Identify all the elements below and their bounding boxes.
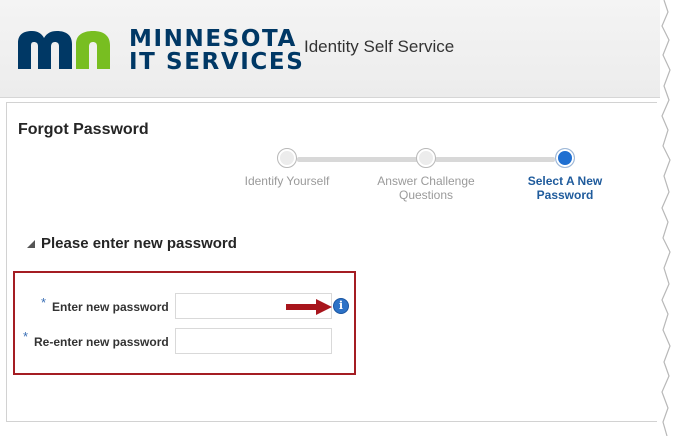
required-marker: * (41, 295, 47, 310)
reenter-password-label: Re-enter new password (34, 335, 169, 349)
new-password-label: Enter new password (52, 300, 169, 314)
train-step-challenge[interactable] (416, 148, 436, 168)
reenter-password-input[interactable] (175, 328, 332, 354)
required-marker: * (23, 329, 29, 344)
train-connector-2 (435, 157, 555, 162)
app-title: Identity Self Service (304, 37, 455, 56)
train-label-new-password: Select A New Password (527, 174, 603, 202)
brand-name-line2: IT SERVICES (129, 49, 305, 75)
section-title: Please enter new password (41, 235, 237, 252)
brand-name-line1: MINNESOTA (129, 26, 297, 52)
page-title: Forgot Password (18, 121, 149, 138)
torn-edge-decoration (661, 0, 678, 436)
train-connector-1 (297, 157, 426, 162)
expand-triangle-icon[interactable] (26, 239, 36, 249)
train-step-new-password (555, 148, 575, 168)
red-arrow-icon (286, 299, 332, 315)
train-step-identify[interactable] (277, 148, 297, 168)
info-icon[interactable]: i (333, 298, 349, 314)
mn-logo-icon (18, 31, 110, 69)
highlight-box (13, 271, 356, 375)
train-label-challenge[interactable]: Answer Challenge Questions (367, 174, 485, 202)
content-panel: Forgot Password Identify Yourself Answer… (6, 102, 657, 422)
app-header: MINNESOTA IT SERVICES Identity Self Serv… (0, 0, 660, 98)
train-label-identify[interactable]: Identify Yourself (228, 174, 346, 188)
